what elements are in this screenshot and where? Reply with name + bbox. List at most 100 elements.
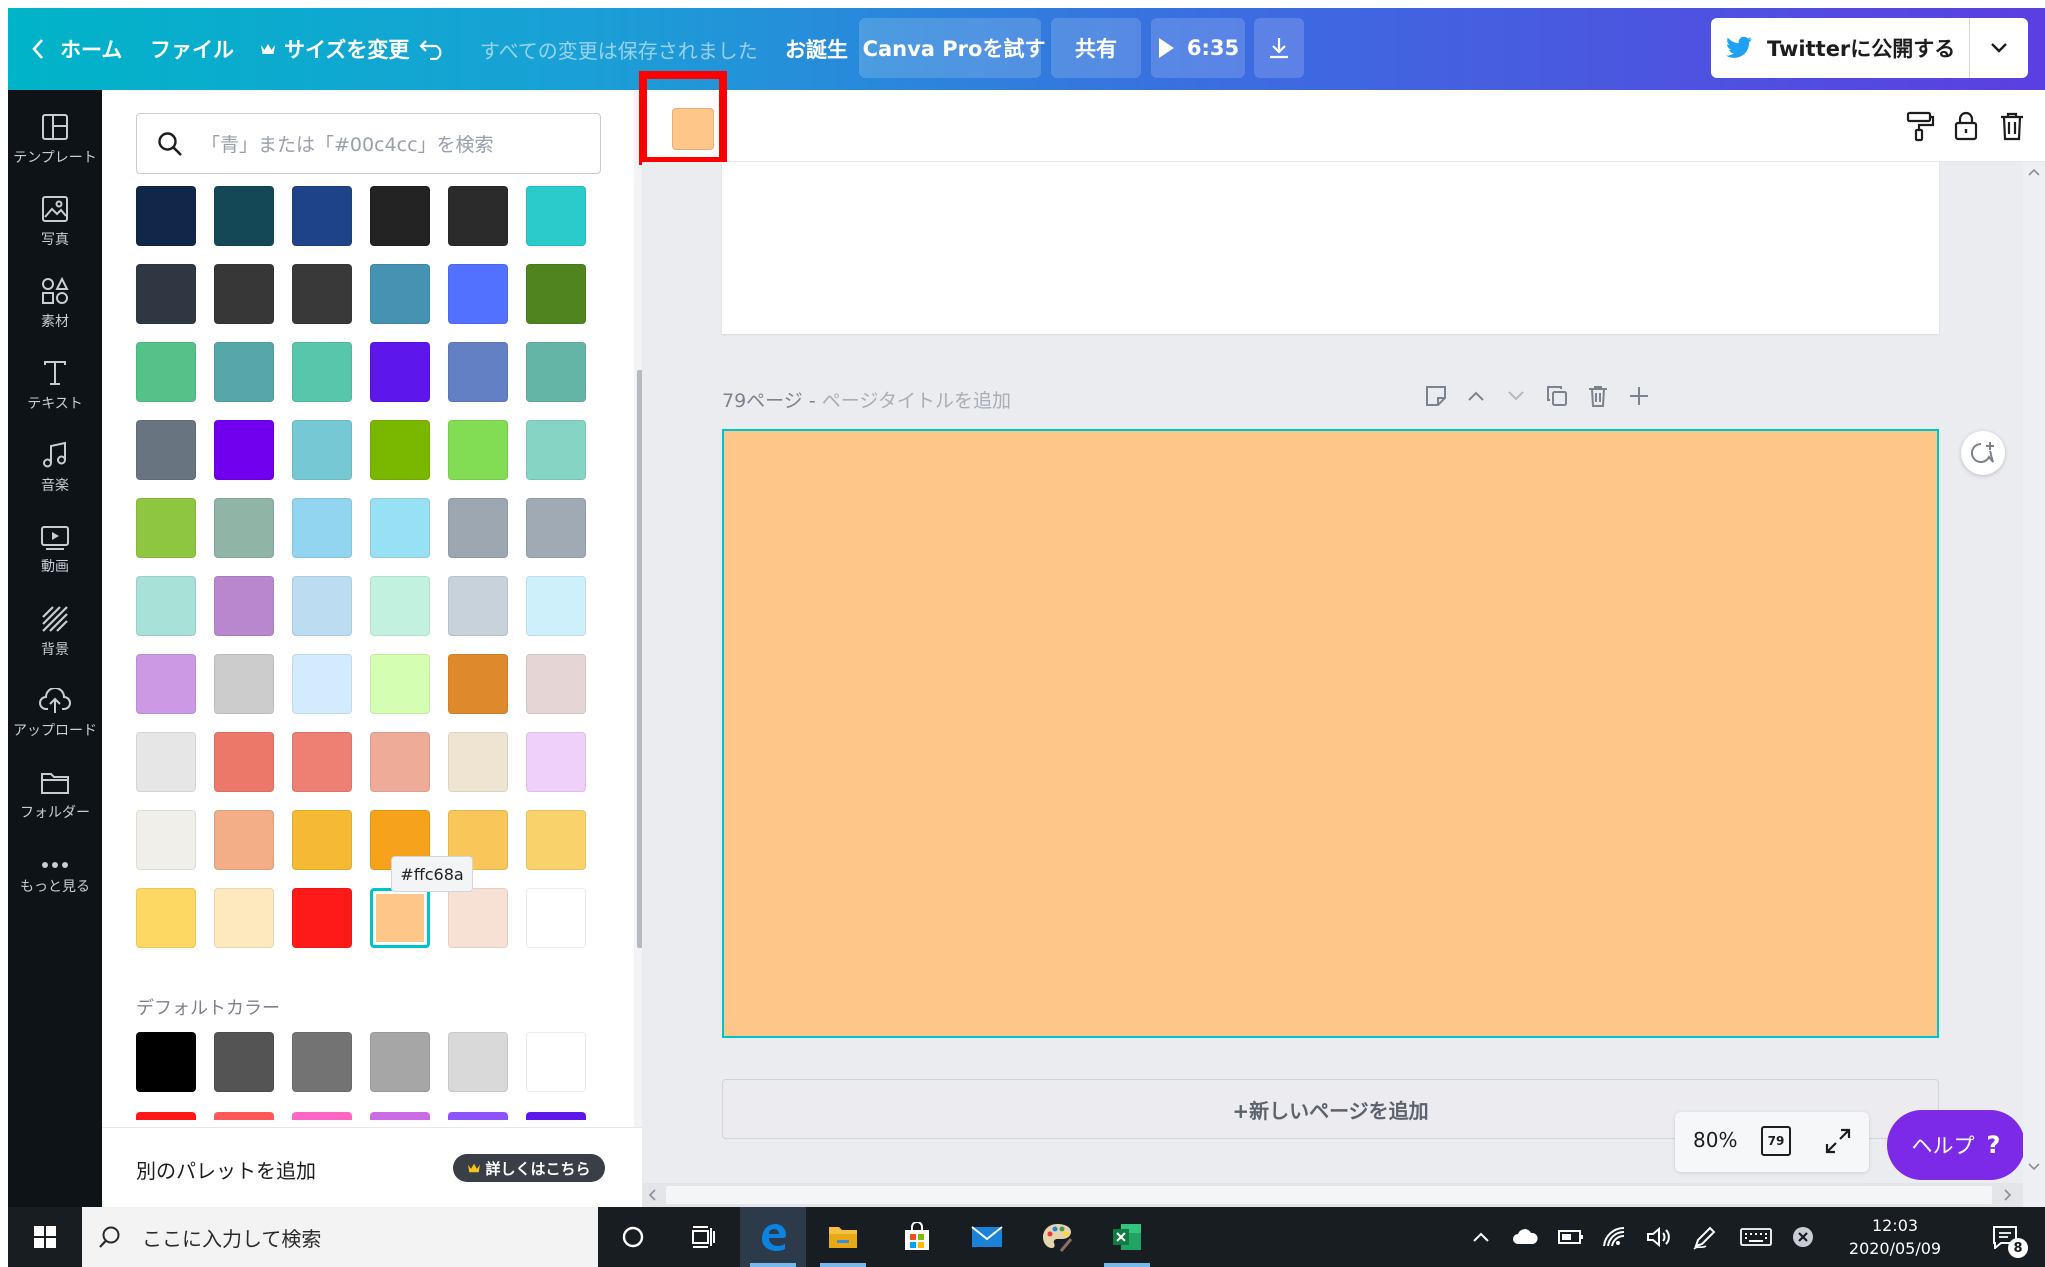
color-swatch[interactable] <box>214 498 274 558</box>
color-swatch[interactable] <box>448 732 508 792</box>
touch-keyboard-button[interactable] <box>1736 1207 1776 1267</box>
scroll-up-icon[interactable] <box>2028 168 2040 176</box>
default-color-swatch[interactable] <box>526 1112 586 1120</box>
page-notes-button[interactable] <box>1420 380 1452 412</box>
try-pro-button[interactable]: Canva Proを試す <box>859 18 1045 78</box>
color-swatch[interactable] <box>526 810 586 870</box>
ime-status-button[interactable] <box>1786 1207 1820 1267</box>
color-swatch[interactable] <box>136 888 196 948</box>
page-title-input[interactable]: ページタイトルを追加 <box>822 390 1011 412</box>
add-comment-button[interactable] <box>1961 431 2005 475</box>
onedrive-button[interactable] <box>1508 1207 1542 1267</box>
file-menu-button[interactable]: ファイル <box>150 8 234 90</box>
color-swatch[interactable] <box>448 888 508 948</box>
color-swatch[interactable] <box>448 186 508 246</box>
chevron-down-icon[interactable] <box>1989 42 2009 54</box>
color-swatch[interactable] <box>448 264 508 324</box>
scroll-left-icon[interactable] <box>648 1189 656 1201</box>
duplicate-page-button[interactable] <box>1541 380 1573 412</box>
color-swatch[interactable] <box>526 498 586 558</box>
store-taskbar-button[interactable] <box>884 1207 950 1267</box>
copy-style-button[interactable] <box>1902 108 1938 144</box>
color-swatch[interactable] <box>292 264 352 324</box>
delete-page-button[interactable] <box>1582 380 1614 412</box>
taskbar-clock[interactable]: 12:03 2020/05/09 <box>1846 1214 1944 1260</box>
canvas-horizontal-scrollbar[interactable] <box>642 1183 2023 1207</box>
share-button[interactable]: 共有 <box>1051 18 1141 78</box>
color-swatch[interactable] <box>526 186 586 246</box>
default-color-swatch[interactable] <box>292 1112 352 1120</box>
color-search-field[interactable]: 「青」または「#00c4cc」を検索 <box>136 113 601 174</box>
color-swatch[interactable] <box>136 810 196 870</box>
color-swatch[interactable] <box>292 888 352 948</box>
default-color-swatch[interactable] <box>370 1112 430 1120</box>
move-page-down-button[interactable] <box>1500 380 1532 412</box>
color-swatch[interactable] <box>448 654 508 714</box>
color-swatch[interactable] <box>214 576 274 636</box>
fullscreen-button[interactable] <box>1823 1126 1853 1160</box>
page-count-button[interactable]: 79 <box>1761 1126 1791 1156</box>
volume-button[interactable] <box>1642 1207 1676 1267</box>
delete-button[interactable] <box>1994 108 2030 144</box>
publish-twitter-button[interactable]: Twitterに公開する <box>1711 18 2028 78</box>
default-color-swatch[interactable] <box>214 1112 274 1120</box>
color-swatch[interactable] <box>526 888 586 948</box>
tray-overflow-button[interactable] <box>1466 1207 1496 1267</box>
default-color-swatch[interactable] <box>292 1032 352 1092</box>
color-swatch[interactable] <box>136 654 196 714</box>
explorer-taskbar-button[interactable] <box>810 1207 876 1267</box>
default-color-swatch[interactable] <box>136 1112 196 1120</box>
color-swatch[interactable] <box>526 420 586 480</box>
download-button[interactable] <box>1254 18 1304 78</box>
color-swatch[interactable] <box>136 264 196 324</box>
present-button[interactable]: 6:35 <box>1151 18 1245 78</box>
color-swatch[interactable] <box>214 654 274 714</box>
help-button[interactable]: ヘルプ? <box>1887 1110 2025 1180</box>
color-swatch[interactable] <box>526 264 586 324</box>
color-swatch[interactable] <box>214 732 274 792</box>
rail-item-more[interactable]: もっと見る <box>8 828 102 928</box>
default-color-swatch[interactable] <box>526 1032 586 1092</box>
color-swatch[interactable] <box>526 342 586 402</box>
wifi-button[interactable] <box>1598 1207 1632 1267</box>
edge-taskbar-button[interactable] <box>740 1207 806 1267</box>
color-swatch[interactable] <box>214 264 274 324</box>
excel-taskbar-button[interactable] <box>1094 1207 1160 1267</box>
zoom-level[interactable]: 80% <box>1693 1128 1737 1152</box>
cortana-button[interactable] <box>600 1207 666 1267</box>
move-page-up-button[interactable] <box>1460 380 1492 412</box>
color-swatch[interactable] <box>370 654 430 714</box>
canvas-hscroll-thumb[interactable] <box>666 1186 1992 1204</box>
color-swatch[interactable] <box>292 420 352 480</box>
scroll-right-icon[interactable] <box>2004 1189 2012 1201</box>
paint-taskbar-button[interactable] <box>1024 1207 1090 1267</box>
design-page[interactable] <box>722 429 1939 1038</box>
color-swatch[interactable] <box>448 576 508 636</box>
color-swatch[interactable] <box>214 810 274 870</box>
default-color-swatch[interactable] <box>214 1032 274 1092</box>
previous-page[interactable] <box>722 162 1939 334</box>
color-swatch[interactable] <box>370 888 430 948</box>
color-swatch[interactable] <box>214 186 274 246</box>
home-button[interactable]: ホーム <box>30 8 122 90</box>
color-swatch[interactable] <box>526 576 586 636</box>
color-swatch[interactable] <box>136 732 196 792</box>
battery-button[interactable] <box>1554 1207 1588 1267</box>
add-page-icon-button[interactable] <box>1623 380 1655 412</box>
color-swatch[interactable] <box>292 186 352 246</box>
color-swatch[interactable] <box>448 342 508 402</box>
color-swatch[interactable] <box>292 732 352 792</box>
learn-more-pro-badge[interactable]: 詳しくはこちら <box>453 1154 605 1182</box>
taskbar-search-field[interactable]: ここに入力して検索 <box>82 1207 598 1267</box>
color-swatch[interactable] <box>214 420 274 480</box>
start-button[interactable] <box>12 1207 78 1267</box>
notification-center-button[interactable]: 8 <box>1980 1207 2030 1267</box>
color-swatch[interactable] <box>448 498 508 558</box>
color-swatch[interactable] <box>214 342 274 402</box>
color-swatch[interactable] <box>370 732 430 792</box>
color-swatch[interactable] <box>292 498 352 558</box>
color-swatch[interactable] <box>214 888 274 948</box>
color-swatch[interactable] <box>448 420 508 480</box>
color-swatch[interactable] <box>370 186 430 246</box>
color-swatch[interactable] <box>526 732 586 792</box>
